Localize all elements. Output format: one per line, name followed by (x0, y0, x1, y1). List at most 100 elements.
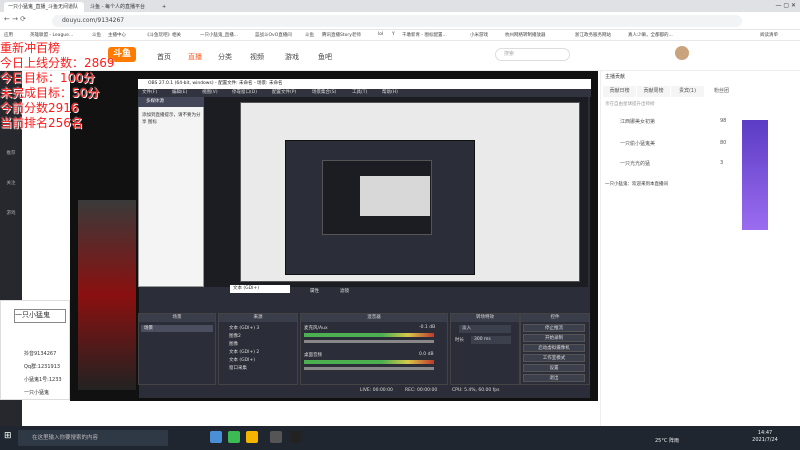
nav-yuba[interactable]: 鱼吧 (318, 52, 332, 62)
search-input[interactable]: 搜索 (495, 48, 570, 61)
rank-name[interactable]: 一只光光的猛 (620, 160, 650, 167)
promo-banner-image[interactable] (742, 120, 768, 230)
obs-menu-bar: 文件(F) 编辑(E) 视图(V) 停靠窗口(D) 配置文件(P) 场景集合(S… (138, 89, 591, 97)
mixer-track-db: -0.1 dB (419, 325, 436, 330)
scenes-dock: 场景 场景 (138, 313, 216, 385)
bookmark[interactable]: 一只小猛鬼_直播... (200, 32, 238, 38)
bookmark[interactable]: 主播中心 (108, 32, 126, 38)
obs-menu-item[interactable]: 视图(V) (202, 89, 218, 97)
sidebar-item[interactable]: 推荐 (2, 150, 20, 156)
overlay-line: 当前排名256名 (0, 116, 83, 130)
tab-daily-rank[interactable]: 贡献日榜 (603, 86, 636, 97)
source-item[interactable]: 文本 (GDI+) (229, 357, 255, 363)
source-item[interactable]: 文本 (GDI+) 3 (229, 325, 259, 331)
volume-slider[interactable] (304, 340, 434, 343)
bookmark[interactable]: 阅读清单 (760, 32, 778, 38)
mixer-track-name: 桌面音频 (304, 353, 322, 358)
rank-name[interactable]: 江西娜美女初第 (620, 118, 655, 125)
duration-input[interactable]: 300 ms (471, 336, 511, 344)
mixer-meter (304, 333, 434, 337)
user-avatar[interactable] (675, 46, 689, 60)
obs-menu-item[interactable]: 配置文件(P) (272, 89, 296, 97)
obs-menu-item[interactable]: 工具(T) (352, 89, 367, 97)
bookmark[interactable]: 斗鱼 (305, 32, 314, 38)
bookmark[interactable]: 腾讯直播Story老师 (322, 32, 361, 38)
sources-dock-title: 来源 (219, 314, 297, 322)
exit-button[interactable]: 退出 (523, 374, 585, 382)
tab-fans[interactable]: 粉丝团 (705, 86, 738, 97)
obs-menu-item[interactable]: 帮助(H) (382, 89, 398, 97)
explorer-icon[interactable] (246, 431, 258, 443)
browser-tab-bar: 一只小猛鬼_直播_斗鱼无间道队 斗鱼 - 每个人的直播平台 + — ▢ ✕ (0, 0, 800, 12)
app-icon[interactable] (290, 431, 302, 443)
nav-games[interactable]: 游戏 (285, 52, 299, 62)
transition-select[interactable]: 淡入 (459, 325, 511, 333)
studio-mode-button[interactable]: 工作室模式 (523, 354, 585, 362)
nav-live[interactable]: 直播 (188, 52, 202, 62)
obs-title-bar: OBS 27.0.1 (64-bit, windows) - 配置文件: 未命名… (138, 79, 591, 89)
bookmark[interactable]: 真人少嘛，全都都的... (628, 32, 673, 38)
taskview-icon[interactable] (210, 431, 222, 443)
bookmark[interactable]: 杭州网络转制播放器 (505, 32, 546, 38)
source-item[interactable]: 窗口采集 (229, 365, 247, 371)
chat-message: 一只小猛鬼：欢迎来到本直播间 (605, 182, 668, 187)
sources-dock: 来源 文本 (GDI+) 3 图像2 图像 文本 (GDI+) 2 文本 (GD… (218, 313, 298, 385)
scene-item[interactable]: 场景 (141, 325, 213, 332)
float-panel-title: 一只小猛鬼 (14, 309, 66, 323)
volume-slider[interactable] (304, 367, 434, 370)
stop-streaming-button[interactable]: 停止推流 (523, 324, 585, 332)
bookmark[interactable]: 浙江政务服务网站 (575, 32, 611, 38)
weather-status: 25°C 阵雨 (655, 438, 679, 444)
settings-button[interactable]: 设置 (523, 364, 585, 372)
obs-icon[interactable] (270, 431, 282, 443)
bookmark[interactable]: 应用 (4, 32, 13, 38)
nav-category[interactable]: 分类 (218, 52, 232, 62)
mixer-meter (304, 360, 434, 364)
address-field[interactable]: douyu.com/9134267 (52, 15, 742, 27)
obs-menu-item[interactable]: 场景集合(S) (312, 89, 336, 97)
back-forward-icons[interactable]: ← → ⟳ (4, 15, 26, 23)
bookmark[interactable]: 《斗鱼玩吧》相关 (145, 32, 181, 38)
nav-home[interactable]: 首页 (157, 52, 171, 62)
taskbar-search[interactable]: 在这里输入你要搜索的内容 (18, 430, 168, 446)
obs-menu-item[interactable]: 停靠窗口(D) (232, 89, 257, 97)
bookmark[interactable]: 蓝战斗OvO直播间 (255, 32, 292, 38)
tab-vip[interactable]: 贵宾(1) (671, 86, 704, 97)
clock-time: 14:47 (757, 430, 773, 436)
virtual-camera-button[interactable]: 启动虚拟摄像机 (523, 344, 585, 352)
chrome-icon[interactable] (228, 431, 240, 443)
float-panel-line: 一只小猛鬼 (24, 390, 50, 396)
new-tab-button[interactable]: + (158, 2, 168, 12)
window-controls[interactable]: — ▢ ✕ (740, 2, 796, 9)
float-panel-line: 抖音9134267 (24, 351, 57, 357)
tab-weekly-rank[interactable]: 贡献周榜 (637, 86, 670, 97)
bookmark[interactable]: 千墩新青 - 图标配置... (402, 32, 447, 38)
browser-tab-active[interactable]: 一只小猛鬼_直播_斗鱼无间道队 (4, 2, 84, 12)
obs-menu-item[interactable]: 文件(F) (142, 89, 157, 97)
rank-name[interactable]: 一只偷小猛鬼美 (620, 140, 655, 147)
obs-menu-item[interactable]: 编辑(E) (172, 89, 187, 97)
nav-video[interactable]: 视频 (250, 52, 264, 62)
live-status: LIVE: 00:00:00 (360, 388, 393, 393)
transitions-dock-title: 转场特效 (451, 314, 519, 322)
browser-tab[interactable]: 斗鱼 - 每个人的直播平台 (86, 2, 156, 12)
bookmark[interactable]: Y (392, 32, 395, 37)
mixer-dock-title: 混音器 (301, 314, 447, 322)
float-panel-line: Qq群:1231913 (24, 364, 61, 370)
obs-filters-button[interactable]: 滤镜 (340, 288, 349, 294)
bookmark[interactable]: 英雄联盟 - League... (30, 32, 73, 38)
windows-start-icon[interactable]: ⊞ (4, 431, 12, 441)
float-panel-line: 小猛鬼1号:1233 (24, 377, 62, 383)
start-recording-button[interactable]: 开始录制 (523, 334, 585, 342)
bookmark[interactable]: lol (378, 32, 383, 37)
bookmark[interactable]: 小米游戏 (470, 32, 488, 38)
source-item[interactable]: 图像 (229, 341, 238, 347)
source-item[interactable]: 图像2 (229, 333, 241, 339)
rank-score: 80 (720, 140, 727, 146)
source-item[interactable]: 文本 (GDI+) 2 (229, 349, 259, 355)
obs-properties-button[interactable]: 属性 (310, 288, 319, 294)
sidebar-item[interactable]: 关注 (2, 180, 20, 186)
overlay-line: 今日目标：100分 (0, 71, 95, 85)
sidebar-item[interactable]: 游戏 (2, 210, 20, 216)
bookmark[interactable]: 斗鱼 (92, 32, 101, 38)
